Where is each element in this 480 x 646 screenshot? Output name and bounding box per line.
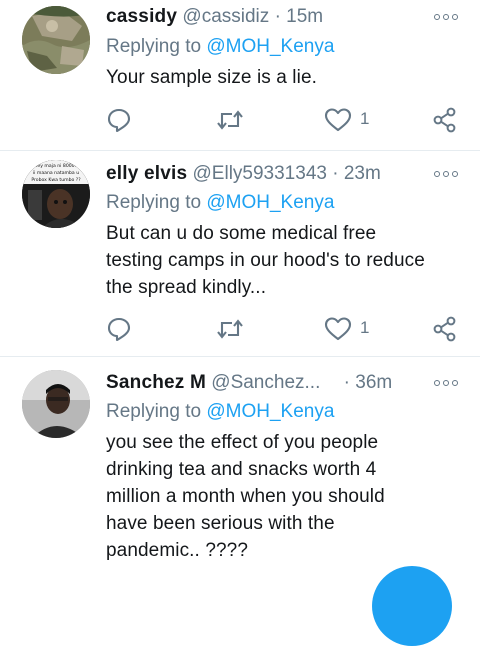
heart-icon <box>324 108 352 132</box>
tweet-header: Sanchez M @Sanchez... · 36m <box>106 369 460 397</box>
avatar[interactable] <box>22 6 90 74</box>
retweet-icon <box>217 110 243 130</box>
separator: · <box>343 372 350 393</box>
tweet-header: elly elvis @Elly59331343 · 23m <box>106 160 460 188</box>
replying-to: Replying to @MOH_Kenya <box>106 398 334 426</box>
tweet-text-line: testing camps in our hood's to reduce <box>106 250 425 271</box>
tweet-cassidy[interactable]: cassidy @cassidiz · 15m Replying to @MOH… <box>0 0 480 150</box>
user-handle[interactable]: @Sanchez... <box>211 372 320 393</box>
mention-link[interactable]: @MOH_Kenya <box>206 401 334 422</box>
tweet-text-line: pandemic.. ???? <box>106 540 248 561</box>
retweet-icon <box>217 319 243 339</box>
avatar[interactable]: hey maja ni 8000.. ii maana natamba u Pr… <box>22 160 90 228</box>
replying-prefix: Replying to <box>106 192 202 213</box>
heart-icon <box>324 317 352 341</box>
replying-to: Replying to @MOH_Kenya <box>106 189 334 217</box>
share-icon <box>433 316 456 342</box>
reply-icon <box>107 317 131 342</box>
retweet-button[interactable] <box>216 107 244 133</box>
like-button[interactable]: 1 <box>324 107 384 133</box>
tweet-text-line: have been serious with the <box>106 513 335 534</box>
user-handle[interactable]: @Elly59331343 <box>193 163 327 184</box>
tweet-text: you see the effect of you people drinkin… <box>106 429 466 564</box>
reply-button[interactable] <box>106 316 132 342</box>
tweet-text-line: drinking tea and snacks worth 4 <box>106 459 377 480</box>
reply-button[interactable] <box>106 107 132 133</box>
display-name[interactable]: elly elvis <box>106 163 187 184</box>
replying-prefix: Replying to <box>106 401 202 422</box>
like-count: 1 <box>360 109 370 128</box>
share-button[interactable] <box>432 316 458 342</box>
tweet-text-line: the spread kindly... <box>106 277 267 298</box>
timestamp: 23m <box>343 163 381 184</box>
action-bar: 1 <box>106 107 462 133</box>
more-options-icon[interactable] <box>434 13 460 23</box>
avatar[interactable] <box>22 370 90 438</box>
tweet-text: But can u do some medical free testing c… <box>106 220 466 301</box>
like-count: 1 <box>360 318 370 337</box>
display-name[interactable]: Sanchez M <box>106 372 206 393</box>
replying-to: Replying to @MOH_Kenya <box>106 33 334 61</box>
share-icon <box>433 107 456 133</box>
tweet-text: Your sample size is a lie. <box>106 67 317 88</box>
replying-prefix: Replying to <box>106 36 202 57</box>
tweet-text-line: million a month when you should <box>106 486 385 507</box>
action-bar: 1 <box>106 316 462 342</box>
mention-link[interactable]: @MOH_Kenya <box>206 36 334 57</box>
person-photo-avatar <box>22 370 90 438</box>
meme-photo-avatar: hey maja ni 8000.. ii maana natamba u Pr… <box>22 160 90 228</box>
display-name[interactable]: cassidy <box>106 6 177 27</box>
tweet-elly-elvis[interactable]: hey maja ni 8000.. ii maana natamba u Pr… <box>0 151 480 355</box>
timestamp: 15m <box>286 6 324 27</box>
avatar-caption-line: hey maja ni 8000.. <box>34 163 77 169</box>
compose-button[interactable] <box>372 566 452 646</box>
user-handle[interactable]: @cassidiz <box>182 6 269 27</box>
rocky-landscape-avatar <box>22 6 90 74</box>
more-options-icon[interactable] <box>434 170 460 180</box>
share-button[interactable] <box>432 107 458 133</box>
tweet-sanchez-m[interactable]: Sanchez M @Sanchez... · 36m Replying to … <box>0 357 480 574</box>
timestamp: 36m <box>355 372 393 393</box>
mention-link[interactable]: @MOH_Kenya <box>206 192 334 213</box>
separator: · <box>332 163 339 184</box>
tweet-header: cassidy @cassidiz · 15m <box>106 3 460 31</box>
tweet-text-line: you see the effect of you people <box>106 432 379 453</box>
avatar-caption-line: Probox Kwa tumbo ?? <box>31 177 81 183</box>
retweet-button[interactable] <box>216 316 244 342</box>
reply-icon <box>107 108 131 133</box>
like-button[interactable]: 1 <box>324 316 384 342</box>
more-options-icon[interactable] <box>434 379 460 389</box>
separator: · <box>274 6 281 27</box>
tweet-text-line: But can u do some medical free <box>106 223 377 244</box>
avatar-caption-line: ii maana natamba u <box>33 170 79 176</box>
